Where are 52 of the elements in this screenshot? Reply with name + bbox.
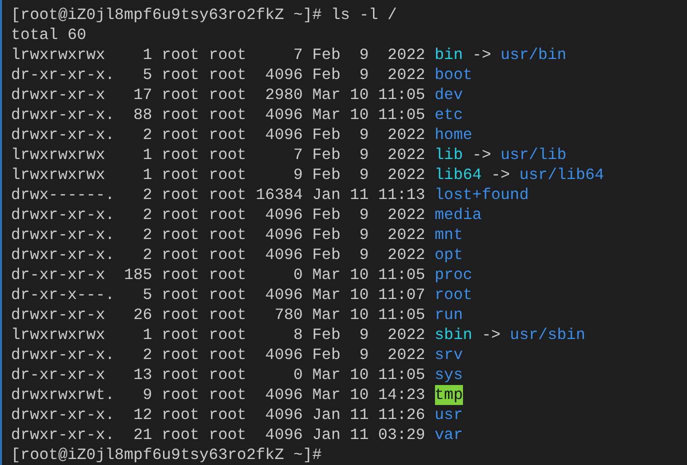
directory-name: dev <box>434 85 463 105</box>
file-info: dr-xr-x---. 5 root root 4096 Mar 10 11:07 <box>11 285 426 305</box>
symlink-name: bin <box>434 45 463 65</box>
file-info: drwxr-xr-x. 88 root root 4096 Mar 10 11:05 <box>11 105 426 125</box>
directory-name: usr <box>434 405 463 425</box>
file-info: drwxr-xr-x. 2 root root 4096 Feb 9 2022 <box>11 245 426 265</box>
file-info: drwxr-xr-x. 2 root root 4096 Feb 9 2022 <box>11 225 426 245</box>
link-arrow: -> <box>482 325 501 345</box>
file-info: lrwxrwxrwx 1 root root 8 Feb 9 2022 <box>11 325 426 345</box>
directory-name: mnt <box>434 225 463 245</box>
file-info: dr-xr-xr-x. 5 root root 4096 Feb 9 2022 <box>11 65 426 85</box>
link-target: usr/lib64 <box>519 165 604 185</box>
directory-name: etc <box>434 105 463 125</box>
file-info: dr-xr-xr-x 185 root root 0 Mar 10 11:05 <box>11 265 426 285</box>
total-line: total 60 <box>11 25 86 45</box>
file-info: lrwxrwxrwx 1 root root 7 Feb 9 2022 <box>11 145 426 165</box>
shell-prompt: [root@iZ0jl8mpf6u9tsy63ro2fkZ ~]# <box>11 5 322 25</box>
link-arrow: -> <box>472 45 492 65</box>
directory-name: home <box>434 125 472 145</box>
command-text: ls -l / <box>331 5 397 25</box>
directory-name: var <box>434 425 463 445</box>
directory-name: srv <box>434 345 463 365</box>
file-info: drwxr-xr-x. 2 root root 4096 Feb 9 2022 <box>11 345 426 365</box>
directory-name: boot <box>434 65 472 85</box>
symlink-name: sbin <box>434 325 472 345</box>
directory-name: run <box>434 305 463 325</box>
file-info: drwxr-xr-x. 2 root root 4096 Feb 9 2022 <box>11 125 426 145</box>
file-info: drwxr-xr-x. 2 root root 4096 Feb 9 2022 <box>11 205 426 225</box>
file-info: drwxr-xr-x 26 root root 780 Mar 10 11:05 <box>11 305 426 325</box>
file-info: drwx------. 2 root root 16384 Jan 11 11:13 <box>11 185 426 205</box>
symlink-name: lib <box>434 145 463 165</box>
symlink-name: lib64 <box>434 165 482 185</box>
directory-name: lost+found <box>434 185 529 205</box>
link-target: usr/bin <box>500 45 566 65</box>
link-arrow: -> <box>491 165 510 185</box>
directory-name: proc <box>434 265 472 285</box>
file-info: drwxr-xr-x. 21 root root 4096 Jan 11 03:29 <box>11 425 426 445</box>
directory-name: sys <box>434 365 463 385</box>
shell-prompt: [root@iZ0jl8mpf6u9tsy63ro2fkZ ~]# <box>11 445 322 465</box>
file-info: drwxr-xr-x. 12 root root 4096 Jan 11 11:26 <box>11 405 426 425</box>
link-target: usr/lib <box>500 145 566 165</box>
file-info: drwxr-xr-x 17 root root 2980 Mar 10 11:05 <box>11 85 426 105</box>
file-info: drwxrwxrwt. 9 root root 4096 Mar 10 14:23 <box>11 385 426 405</box>
file-info: dr-xr-xr-x 13 root root 0 Mar 10 11:05 <box>11 365 426 385</box>
directory-name: media <box>434 205 482 225</box>
link-arrow: -> <box>472 145 492 165</box>
directory-name: opt <box>434 245 463 265</box>
directory-name: root <box>434 285 472 305</box>
file-info: lrwxrwxrwx 1 root root 9 Feb 9 2022 <box>11 165 426 185</box>
directory-name: tmp <box>434 385 463 405</box>
link-target: usr/sbin <box>510 325 586 345</box>
file-info: lrwxrwxrwx 1 root root 7 Feb 9 2022 <box>11 45 426 65</box>
